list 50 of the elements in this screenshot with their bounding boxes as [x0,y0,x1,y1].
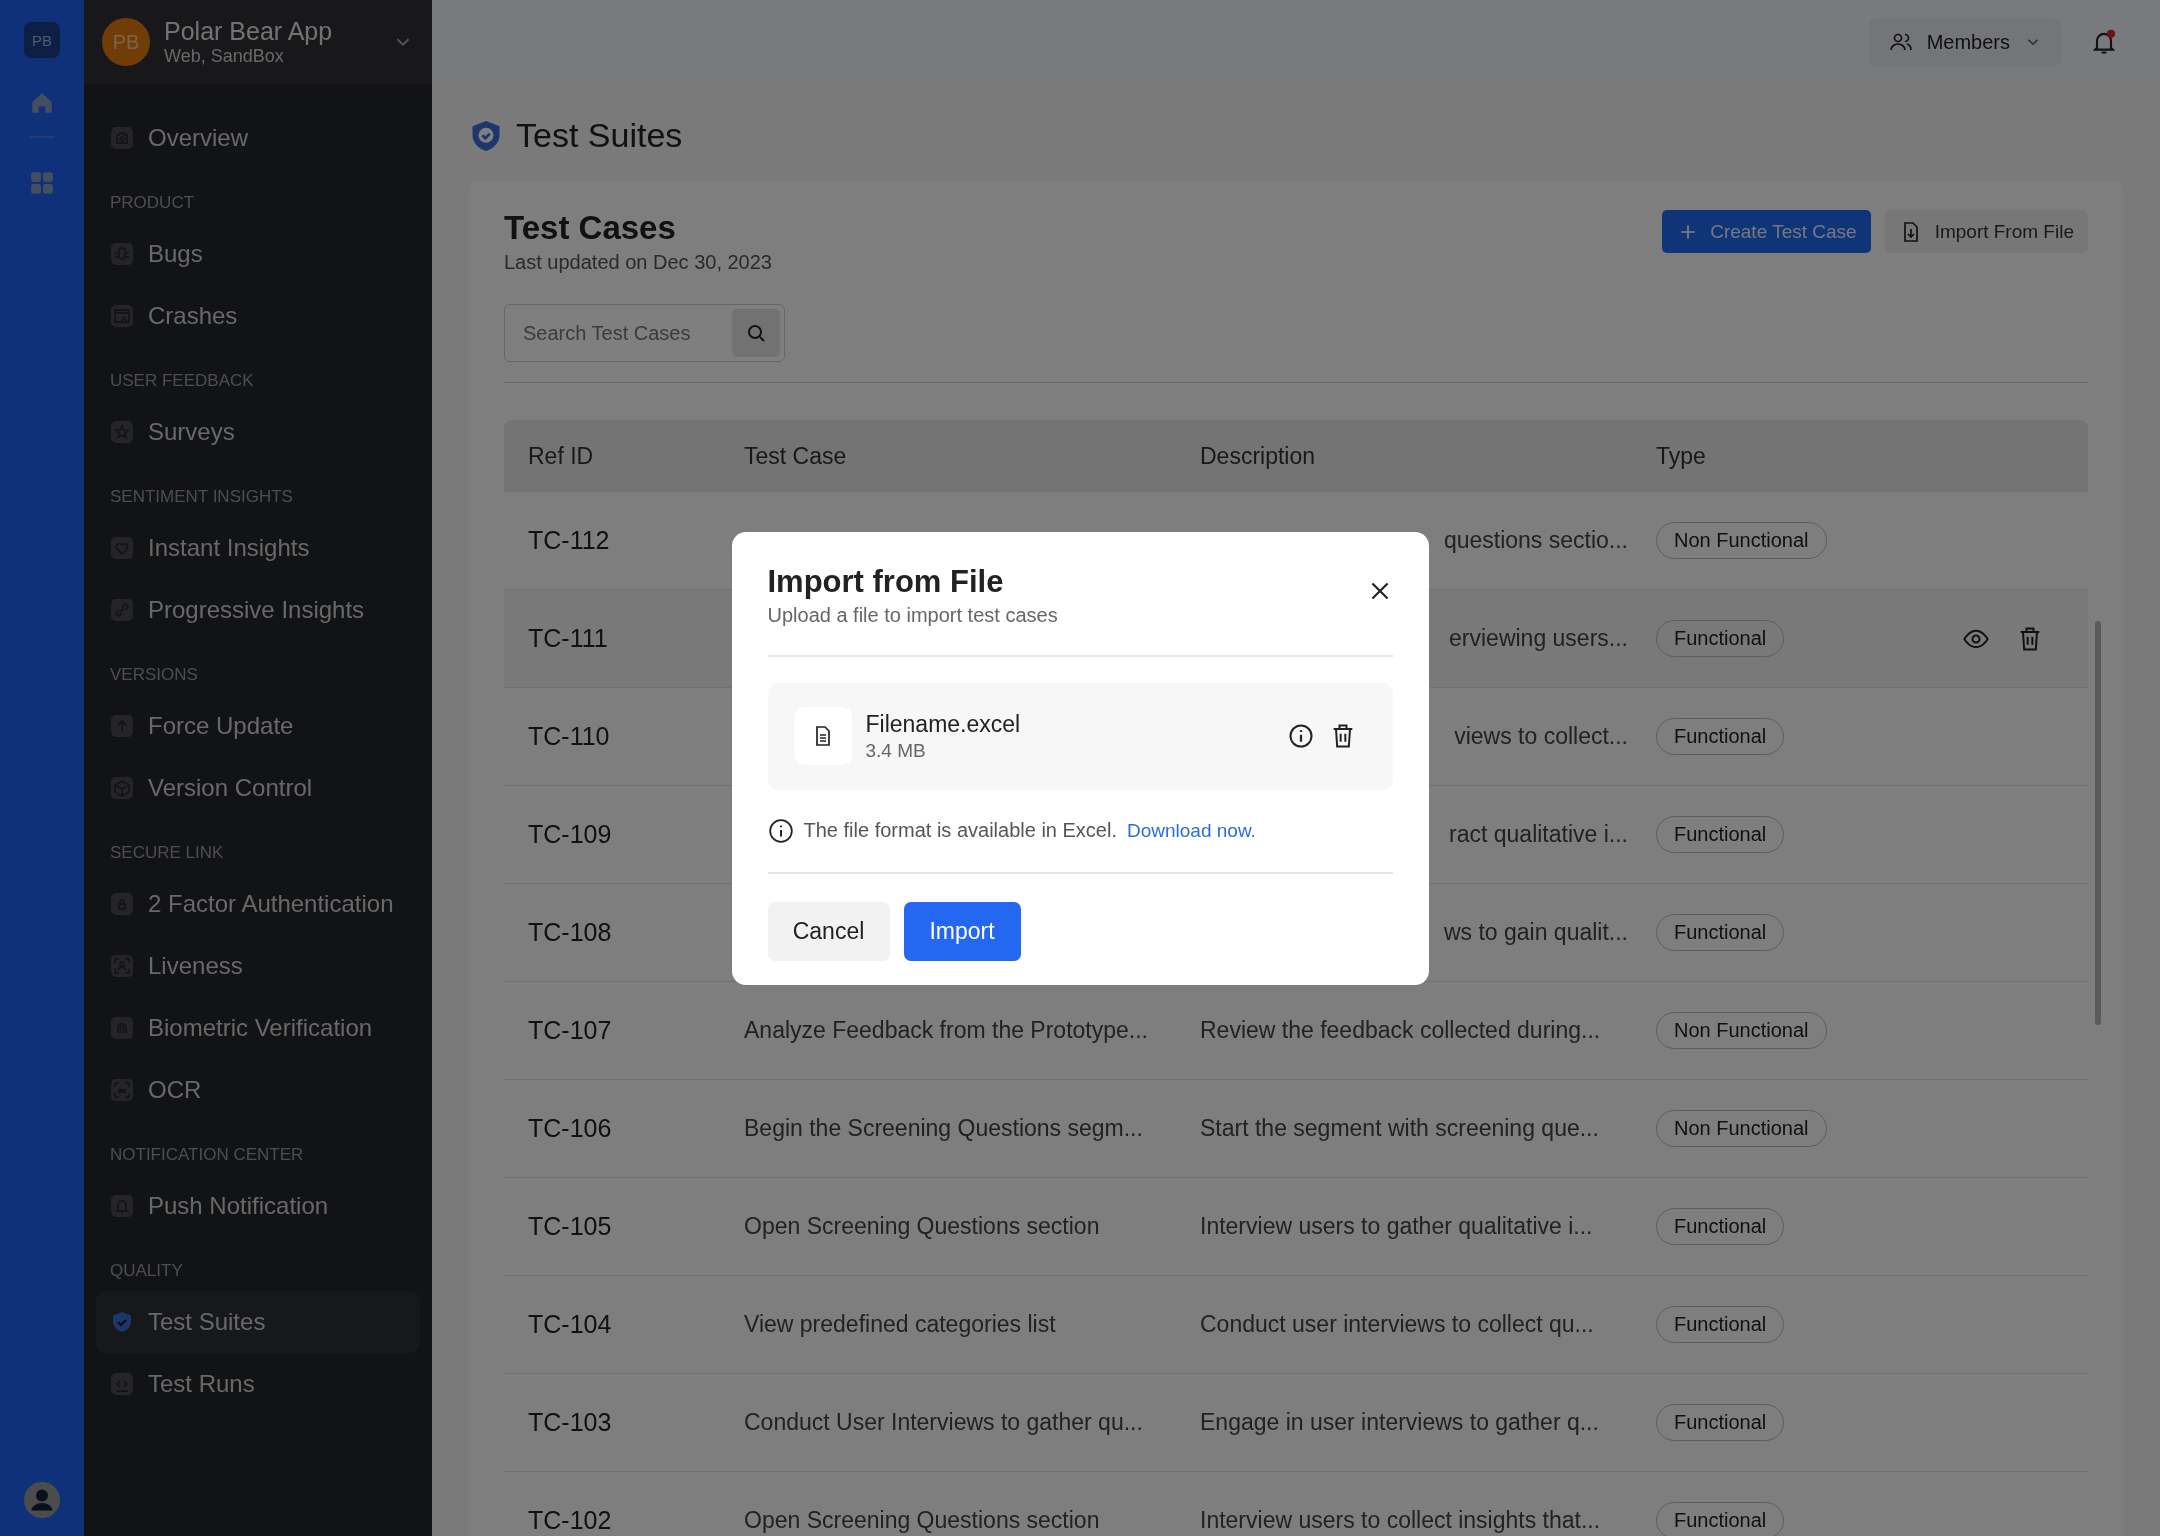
app-name: Polar Bear App [164,17,334,46]
description-cell: Interview users to gather qualitative i... [1200,1213,1593,1240]
description-cell: Start the segment with screening que... [1200,1115,1599,1142]
ref-id-cell-text: TC-111 [528,624,609,653]
section-heading: PRODUCT [109,192,196,214]
section-heading: USER FEEDBACK [109,370,255,392]
column-header: Ref ID [528,442,595,470]
ref-id-cell-text: TC-106 [528,1114,613,1143]
section-heading: NOTIFICATION CENTER [109,1144,305,1166]
description-cell: ract qualitative i... [1449,821,1628,848]
test-case-cell-text: Open Screening Questions section [744,1213,1101,1240]
column-header: Description [1200,442,1317,470]
description-cell: Interview users to collect insights that... [1200,1507,1601,1534]
description-cell: Conduct user interviews to collect qu... [1200,1311,1594,1338]
section-title: Test Cases [504,209,677,247]
column-header: Test Case [744,442,848,470]
ref-id-cell-text: TC-104 [528,1310,613,1339]
ref-id-cell-text: TC-108 [528,918,613,947]
test-case-cell-text: Conduct User Interviews to gather qu... [744,1409,1144,1436]
description-cell: ws to gain qualit... [1443,919,1628,946]
column-header: Type [1656,442,1707,470]
format-note: The file format is available in Excel. [803,819,1117,842]
test-case-cell-text: Begin the Screening Questions segm... [744,1115,1144,1142]
test-case-cell-text: Open Screening Questions section [744,1507,1101,1534]
ref-id-cell-text: TC-110 [528,722,611,751]
section-heading: VERSIONS [109,664,199,686]
last-updated-text: Last updated on Dec 30, 2023 [504,251,772,274]
app-avatar: PB [102,18,150,66]
description-cell: views to collect... [1454,723,1628,750]
section-heading: QUALITY [109,1260,184,1282]
test-case-cell-text: Analyze Feedback from the Prototype... [744,1017,1149,1044]
test-case-cell-text: View predefined categories list [744,1311,1057,1338]
ref-id-cell-text: TC-102 [528,1506,613,1535]
section-heading: SENTIMENT INSIGHTS [109,486,294,508]
description-cell: Review the feedback collected during... [1200,1017,1601,1044]
description-cell: Engage in user interviews to gather q... [1200,1409,1599,1436]
description-cell: questions sectio... [1443,527,1628,554]
ref-id-cell-text: TC-103 [528,1408,613,1437]
dialog-subtitle: Upload a file to import test cases [767,603,1058,627]
ref-id-cell-text: TC-109 [528,820,613,849]
ref-id-cell-text: TC-112 [528,526,611,555]
dialog-title: Import from File [767,563,1005,600]
ref-id-cell-text: TC-105 [528,1212,613,1241]
app-environment: Web, SandBox [164,46,285,67]
ref-id-cell-text: TC-107 [528,1016,613,1045]
description-cell: erviewing users... [1449,625,1628,652]
file-name: Filename.excel [865,710,1022,738]
file-size: 3.4 MB [865,739,927,762]
section-heading: SECURE LINK [109,842,225,864]
page-title: Test Suites [516,116,683,155]
